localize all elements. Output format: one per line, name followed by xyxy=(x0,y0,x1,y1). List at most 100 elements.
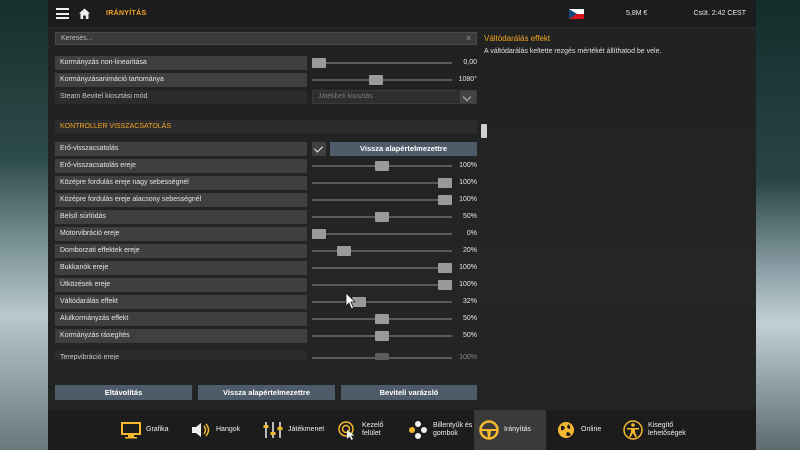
slider-thumb[interactable] xyxy=(375,212,389,222)
reset-defaults-bottom-button[interactable]: Vissza alapértelmezettre xyxy=(198,385,335,400)
setting-row: Motorvibráció ereje 0% xyxy=(55,227,477,241)
setting-value: 50% xyxy=(462,213,477,220)
money-display: 5,8M € xyxy=(626,10,648,17)
clear-search-icon[interactable]: ✕ xyxy=(465,33,472,44)
section-heading: KONTROLLER VISSZACSATOLÁS xyxy=(55,120,477,134)
slider-track[interactable] xyxy=(312,195,452,205)
setting-row: Váltódarálás effekt 32% xyxy=(55,295,477,309)
slider-thumb[interactable] xyxy=(375,331,389,341)
tab-grafika[interactable]: Grafika xyxy=(116,410,176,450)
reset-defaults-button[interactable]: Vissza alapértelmezettre xyxy=(330,142,477,156)
tab-label: Billentyűk és gombok xyxy=(433,422,473,437)
setting-value: 0,00 xyxy=(463,59,477,66)
setting-label: Erő-visszacsatolás xyxy=(55,142,307,156)
setting-label: Steam Bevitel kiosztási mód xyxy=(55,90,307,104)
background-right xyxy=(756,0,800,450)
slider-track[interactable] xyxy=(312,353,452,360)
setting-label: Kormányzás rásegítés xyxy=(55,329,307,343)
setting-label: Váltódarálás effekt xyxy=(55,295,307,309)
setting-row: Középre fordulás ereje nagy sebességnél 1… xyxy=(55,176,477,190)
setting-row: Domborzati effektek ereje 20% xyxy=(55,244,477,258)
setting-value: 50% xyxy=(462,332,477,339)
tab-iranyitas[interactable]: Irányítás xyxy=(474,410,546,450)
dropdown-value: Játékbeli kiosztás xyxy=(318,93,373,100)
chevron-down-icon[interactable] xyxy=(460,91,476,103)
home-icon[interactable] xyxy=(78,7,91,20)
slider-thumb[interactable] xyxy=(438,263,452,273)
steering-wheel-icon xyxy=(478,420,500,440)
tab-label: Kisegítő lehetőségek xyxy=(648,422,686,437)
setting-value: 100% xyxy=(459,162,477,169)
tab-billentyuk[interactable]: Billentyűk és gombok xyxy=(403,410,473,450)
setting-value: 20% xyxy=(462,247,477,254)
slider-track[interactable] xyxy=(312,263,452,273)
settings-scrollbar[interactable] xyxy=(481,32,487,358)
background-left xyxy=(0,0,48,450)
settings-category-bar: Grafika Hangok Játékmenet Kezelő felület Bil… xyxy=(48,410,756,450)
hamburger-menu-icon[interactable] xyxy=(56,8,69,19)
setting-label: Terepvibráció ereje xyxy=(55,351,307,360)
slider-thumb[interactable] xyxy=(438,280,452,290)
slider-thumb[interactable] xyxy=(375,353,389,360)
accessibility-icon xyxy=(622,420,644,440)
setting-label: Kormányzás non-linearitása xyxy=(55,56,307,70)
slider-track[interactable] xyxy=(312,178,452,188)
slider-track[interactable] xyxy=(312,331,452,341)
setting-value: 100% xyxy=(459,196,477,203)
monitor-icon xyxy=(120,420,142,440)
slider-thumb[interactable] xyxy=(312,58,326,68)
setting-value: 100% xyxy=(459,281,477,288)
slider-thumb[interactable] xyxy=(375,314,389,324)
tab-kezelofelulet[interactable]: Kezelő felület xyxy=(332,410,398,450)
breadcrumb: IRÁNYÍTÁS xyxy=(106,10,147,17)
slider-track[interactable] xyxy=(312,314,452,324)
slider-thumb[interactable] xyxy=(438,178,452,188)
setting-label: Középre fordulás ereje nagy sebességnél xyxy=(55,176,307,190)
top-bar: IRÁNYÍTÁS 5,8M € Csüt. 2:42 CEST xyxy=(48,0,756,28)
search-input[interactable]: Keresés... ✕ xyxy=(55,32,477,45)
tab-jatekmenet[interactable]: Játékmenet xyxy=(258,410,328,450)
remove-button[interactable]: Eltávolítás xyxy=(55,385,192,400)
cursor-target-icon xyxy=(336,420,358,440)
tab-kisegito[interactable]: Kisegítő lehetőségek xyxy=(618,410,698,450)
slider-thumb[interactable] xyxy=(375,161,389,171)
setting-row: Kormányzás rásegítés 50% xyxy=(55,329,477,343)
steam-input-row: Steam Bevitel kiosztási mód Játékbeli ki… xyxy=(55,90,477,104)
slider-thumb[interactable] xyxy=(337,246,352,256)
steam-input-dropdown[interactable]: Játékbeli kiosztás xyxy=(312,90,477,104)
setting-row: Erő-visszacsatolás ereje 100% xyxy=(55,159,477,173)
tab-hangok[interactable]: Hangok xyxy=(186,410,246,450)
setting-label: Domborzati effektek ereje xyxy=(55,244,307,258)
setting-value: 100% xyxy=(459,264,477,271)
slider-track[interactable] xyxy=(312,58,452,68)
search-placeholder: Keresés... xyxy=(61,35,93,42)
slider-thumb[interactable] xyxy=(438,195,452,205)
slider-track[interactable] xyxy=(312,229,452,239)
setting-label: Ütközések ereje xyxy=(55,278,307,292)
slider-thumb[interactable] xyxy=(312,229,326,239)
slider-track[interactable] xyxy=(312,75,452,85)
setting-row: Bukkanók ereje 100% xyxy=(55,261,477,275)
slider-track[interactable] xyxy=(312,280,452,290)
slider-track[interactable] xyxy=(312,297,452,307)
setting-value: 1080° xyxy=(458,76,477,83)
input-wizard-button[interactable]: Beviteli varázsló xyxy=(341,385,477,400)
tab-label: Hangok xyxy=(216,426,241,433)
setting-row: Kormányzásanimáció tartománya 1080° xyxy=(55,73,477,87)
settings-panel: Keresés... ✕ Kormányzás non-linearitása … xyxy=(48,28,756,410)
tab-label: Grafika xyxy=(146,426,169,433)
bottom-button-bar: Eltávolítás Vissza alapértelmezettre Bev… xyxy=(55,385,477,400)
setting-value: 0% xyxy=(466,230,477,237)
slider-track[interactable] xyxy=(312,161,452,171)
slider-track[interactable] xyxy=(312,212,452,222)
scrollbar-thumb[interactable] xyxy=(481,124,487,138)
slider-track[interactable] xyxy=(312,246,452,256)
settings-list: Keresés... ✕ Kormányzás non-linearitása … xyxy=(55,30,487,360)
tab-online[interactable]: Online xyxy=(551,410,611,450)
info-description: A váltódarálás keltette rezgés mértékét … xyxy=(484,48,662,55)
speaker-icon xyxy=(190,420,212,440)
slider-thumb[interactable] xyxy=(368,75,383,85)
clock-display: Csüt. 2:42 CEST xyxy=(693,10,746,17)
force-feedback-checkbox[interactable] xyxy=(312,142,326,156)
czech-flag-icon xyxy=(569,9,584,19)
